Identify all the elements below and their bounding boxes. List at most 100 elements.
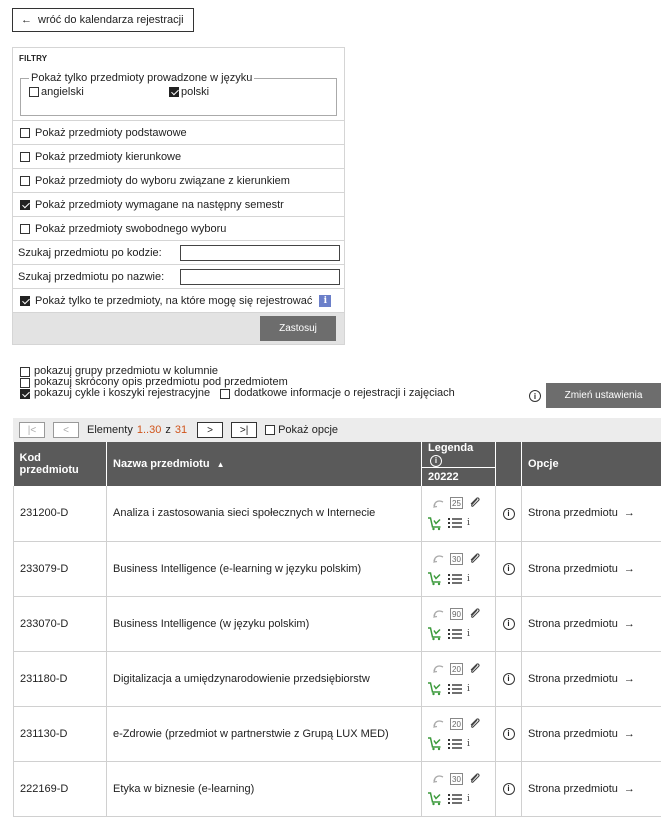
course-name-text: Etyka w biznesie (e-learning) xyxy=(113,783,254,795)
apply-button[interactable]: Zastosuj xyxy=(260,316,336,341)
course-page-link[interactable]: Strona przedmiotu → xyxy=(528,783,661,795)
show-options-toggle[interactable]: Pokaż opcje xyxy=(265,424,338,436)
course-code: 233070-D xyxy=(14,596,107,651)
registration-icons: 30 i xyxy=(422,541,496,596)
settings-info-icon[interactable]: i xyxy=(529,390,541,402)
course-page-link[interactable]: Strona przedmiotu → xyxy=(528,507,661,519)
apply-bar: Zastosuj xyxy=(13,312,344,344)
list-icon[interactable] xyxy=(448,793,462,805)
cart-icon[interactable] xyxy=(427,736,443,751)
elements-range: 1..30 xyxy=(137,424,161,436)
info-icon[interactable]: i xyxy=(467,518,470,528)
info-circle-icon[interactable]: i xyxy=(503,783,515,795)
option-label: dodatkowe informacje o rejestracji i zaj… xyxy=(234,388,455,399)
course-code-text: 231130-D xyxy=(20,728,68,740)
search-name-input[interactable] xyxy=(180,269,340,285)
info-icon[interactable]: i xyxy=(319,295,331,307)
filter-free-elective[interactable]: Pokaż przedmioty swobodnego wyboru xyxy=(13,216,344,240)
option-cycles-and-carts[interactable]: pokazuj cykle i koszyki rejestracyjne do… xyxy=(20,388,520,399)
cart-icon[interactable] xyxy=(427,681,443,696)
filter-major-courses[interactable]: Pokaż przedmioty kierunkowe xyxy=(13,144,344,168)
paperclip-icon[interactable] xyxy=(468,717,482,731)
col-header-code: Kod przedmiotu xyxy=(14,442,107,486)
paperclip-icon[interactable] xyxy=(468,662,482,676)
change-settings-button[interactable]: Zmień ustawienia xyxy=(546,383,661,408)
registration-status-icon xyxy=(432,608,445,619)
filters-panel: FILTRY Pokaż tylko przedmioty prowadzone… xyxy=(12,47,345,345)
info-circle-icon[interactable]: i xyxy=(503,728,515,740)
checkbox-required-next-semester[interactable] xyxy=(20,200,30,210)
language-option-polish[interactable]: polski xyxy=(169,86,209,98)
checkbox-registrable-only[interactable] xyxy=(20,296,30,306)
next-page-button[interactable]: > xyxy=(197,422,223,438)
capacity-badge: 30 xyxy=(450,773,463,785)
table-row: 231130-D e-Zdrowie (przedmiot w partners… xyxy=(14,706,661,761)
prev-page-button[interactable]: < xyxy=(53,422,79,438)
course-code: 222169-D xyxy=(14,761,107,816)
checkbox-elective-major-courses[interactable] xyxy=(20,176,30,186)
checkbox-additional-info[interactable] xyxy=(220,389,230,399)
filter-label: Pokaż przedmioty kierunkowe xyxy=(35,151,181,163)
list-icon[interactable] xyxy=(448,573,462,585)
col-header-legend[interactable]: Legenda i xyxy=(422,442,496,467)
cart-icon[interactable] xyxy=(427,571,443,586)
cart-icon[interactable] xyxy=(427,516,443,531)
paperclip-icon[interactable] xyxy=(468,496,482,510)
info-icon[interactable]: i xyxy=(467,629,470,639)
legend-info-icon[interactable]: i xyxy=(430,455,442,467)
course-page-link[interactable]: Strona przedmiotu → xyxy=(528,673,661,685)
filter-basic-courses[interactable]: Pokaż przedmioty podstawowe xyxy=(13,120,344,144)
filter-required-next-semester[interactable]: Pokaż przedmioty wymagane na następny se… xyxy=(13,192,344,216)
course-page-link[interactable]: Strona przedmiotu → xyxy=(528,563,661,575)
language-option-english[interactable]: angielski xyxy=(29,86,169,98)
checkbox-english[interactable] xyxy=(29,87,39,97)
filter-elective-major-courses[interactable]: Pokaż przedmioty do wyboru związane z ki… xyxy=(13,168,344,192)
row-info: i xyxy=(496,651,522,706)
info-icon[interactable]: i xyxy=(467,739,470,749)
search-code-input[interactable] xyxy=(180,245,340,261)
checkbox-cycles-and-carts[interactable] xyxy=(20,389,30,399)
list-icon[interactable] xyxy=(448,683,462,695)
info-icon[interactable]: i xyxy=(467,574,470,584)
checkbox-free-elective[interactable] xyxy=(20,224,30,234)
list-icon[interactable] xyxy=(448,628,462,640)
info-circle-icon[interactable]: i xyxy=(503,508,515,520)
back-to-calendar-button[interactable]: ← wróć do kalendarza rejestracji xyxy=(12,8,194,32)
arrow-right-icon: → xyxy=(624,783,635,795)
filter-registrable-only[interactable]: Pokaż tylko te przedmioty, na które mogę… xyxy=(13,288,344,312)
cart-icon[interactable] xyxy=(427,626,443,641)
col-header-name[interactable]: Nazwa przedmiotu ▲ xyxy=(107,442,422,486)
row-info: i xyxy=(496,541,522,596)
checkbox-groups-in-column[interactable] xyxy=(20,367,30,377)
filters-heading: FILTRY xyxy=(13,48,344,72)
course-options: Strona przedmiotu → xyxy=(522,596,661,651)
info-circle-icon[interactable]: i xyxy=(503,673,515,685)
checkbox-short-description[interactable] xyxy=(20,378,30,388)
paperclip-icon[interactable] xyxy=(468,772,482,786)
table-row: 231180-D Digitalizacja a umiędzynarodowi… xyxy=(14,651,661,706)
info-circle-icon[interactable]: i xyxy=(503,618,515,630)
course-options: Strona przedmiotu → xyxy=(522,706,661,761)
info-circle-icon[interactable]: i xyxy=(503,563,515,575)
course-page-link[interactable]: Strona przedmiotu → xyxy=(528,728,661,740)
info-icon[interactable]: i xyxy=(467,684,470,694)
course-page-link[interactable]: Strona przedmiotu → xyxy=(528,618,661,630)
course-name: e-Zdrowie (przedmiot w partnerstwie z Gr… xyxy=(107,706,422,761)
list-icon[interactable] xyxy=(448,517,462,529)
filter-label: Pokaż tylko te przedmioty, na które mogę… xyxy=(35,295,312,307)
first-page-button[interactable]: |< xyxy=(19,422,45,438)
checkbox-basic-courses[interactable] xyxy=(20,128,30,138)
cart-icon[interactable] xyxy=(427,791,443,806)
col-header-options: Opcje xyxy=(522,442,661,486)
checkbox-major-courses[interactable] xyxy=(20,152,30,162)
checkbox-show-options[interactable] xyxy=(265,425,275,435)
search-name-label: Szukaj przedmiotu po nazwie: xyxy=(18,271,180,283)
checkbox-polish[interactable] xyxy=(169,87,179,97)
paperclip-icon[interactable] xyxy=(468,607,482,621)
course-code-text: 233079-D xyxy=(20,563,68,575)
info-icon[interactable]: i xyxy=(467,794,470,804)
paperclip-icon[interactable] xyxy=(468,552,482,566)
course-options: Strona przedmiotu → xyxy=(522,486,661,541)
list-icon[interactable] xyxy=(448,738,462,750)
last-page-button[interactable]: >| xyxy=(231,422,257,438)
